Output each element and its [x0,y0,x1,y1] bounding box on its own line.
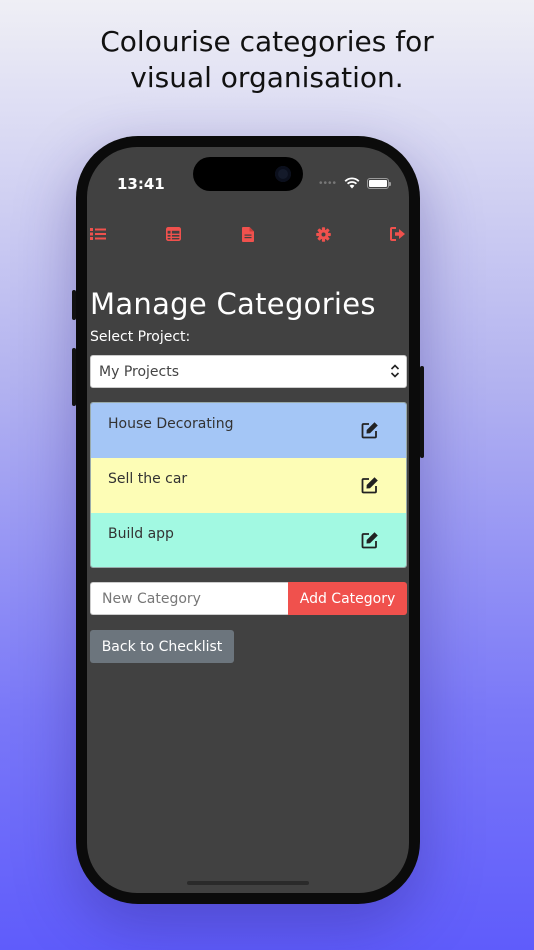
chevron-updown-icon [390,364,400,378]
edit-icon[interactable] [361,531,379,549]
document-icon[interactable] [237,223,259,245]
power-button [420,366,424,458]
home-indicator [187,881,309,885]
category-row[interactable]: House Decorating [91,403,406,458]
project-select-value: My Projects [99,364,180,380]
sign-out-icon[interactable] [387,223,409,245]
edit-icon[interactable] [361,421,379,439]
volume-button [72,348,76,406]
phone-frame: 13:41 •••• Manage Categories Select Proj… [72,136,424,904]
edit-icon[interactable] [361,476,379,494]
status-time: 13:41 [117,175,165,193]
new-category-input[interactable] [90,582,288,615]
dynamic-island [193,157,303,191]
battery-icon [367,177,391,189]
top-nav [87,223,409,245]
camera-icon [275,166,291,182]
ellipsis-signal-icon: •••• [318,177,337,189]
table-icon[interactable] [162,223,184,245]
page-title: Manage Categories [90,287,376,321]
status-icons: •••• [318,177,391,189]
project-select[interactable]: My Projects [90,355,407,388]
select-project-label: Select Project: [90,329,191,345]
gear-icon[interactable] [312,223,334,245]
category-row[interactable]: Build app [91,513,406,567]
add-category-button[interactable]: Add Category [288,582,407,615]
category-row[interactable]: Sell the car [91,458,406,513]
back-to-checklist-button[interactable]: Back to Checklist [90,630,234,663]
silent-switch [72,290,76,320]
category-name: House Decorating [108,416,234,432]
headline: Colourise categories for visual organisa… [100,25,434,94]
category-list: House Decorating Sell the car Build app [90,402,407,568]
list-icon[interactable] [87,223,109,245]
category-name: Sell the car [108,471,188,487]
wifi-icon [344,177,360,189]
category-name: Build app [108,526,174,542]
app-screen: 13:41 •••• Manage Categories Select Proj… [87,147,409,893]
